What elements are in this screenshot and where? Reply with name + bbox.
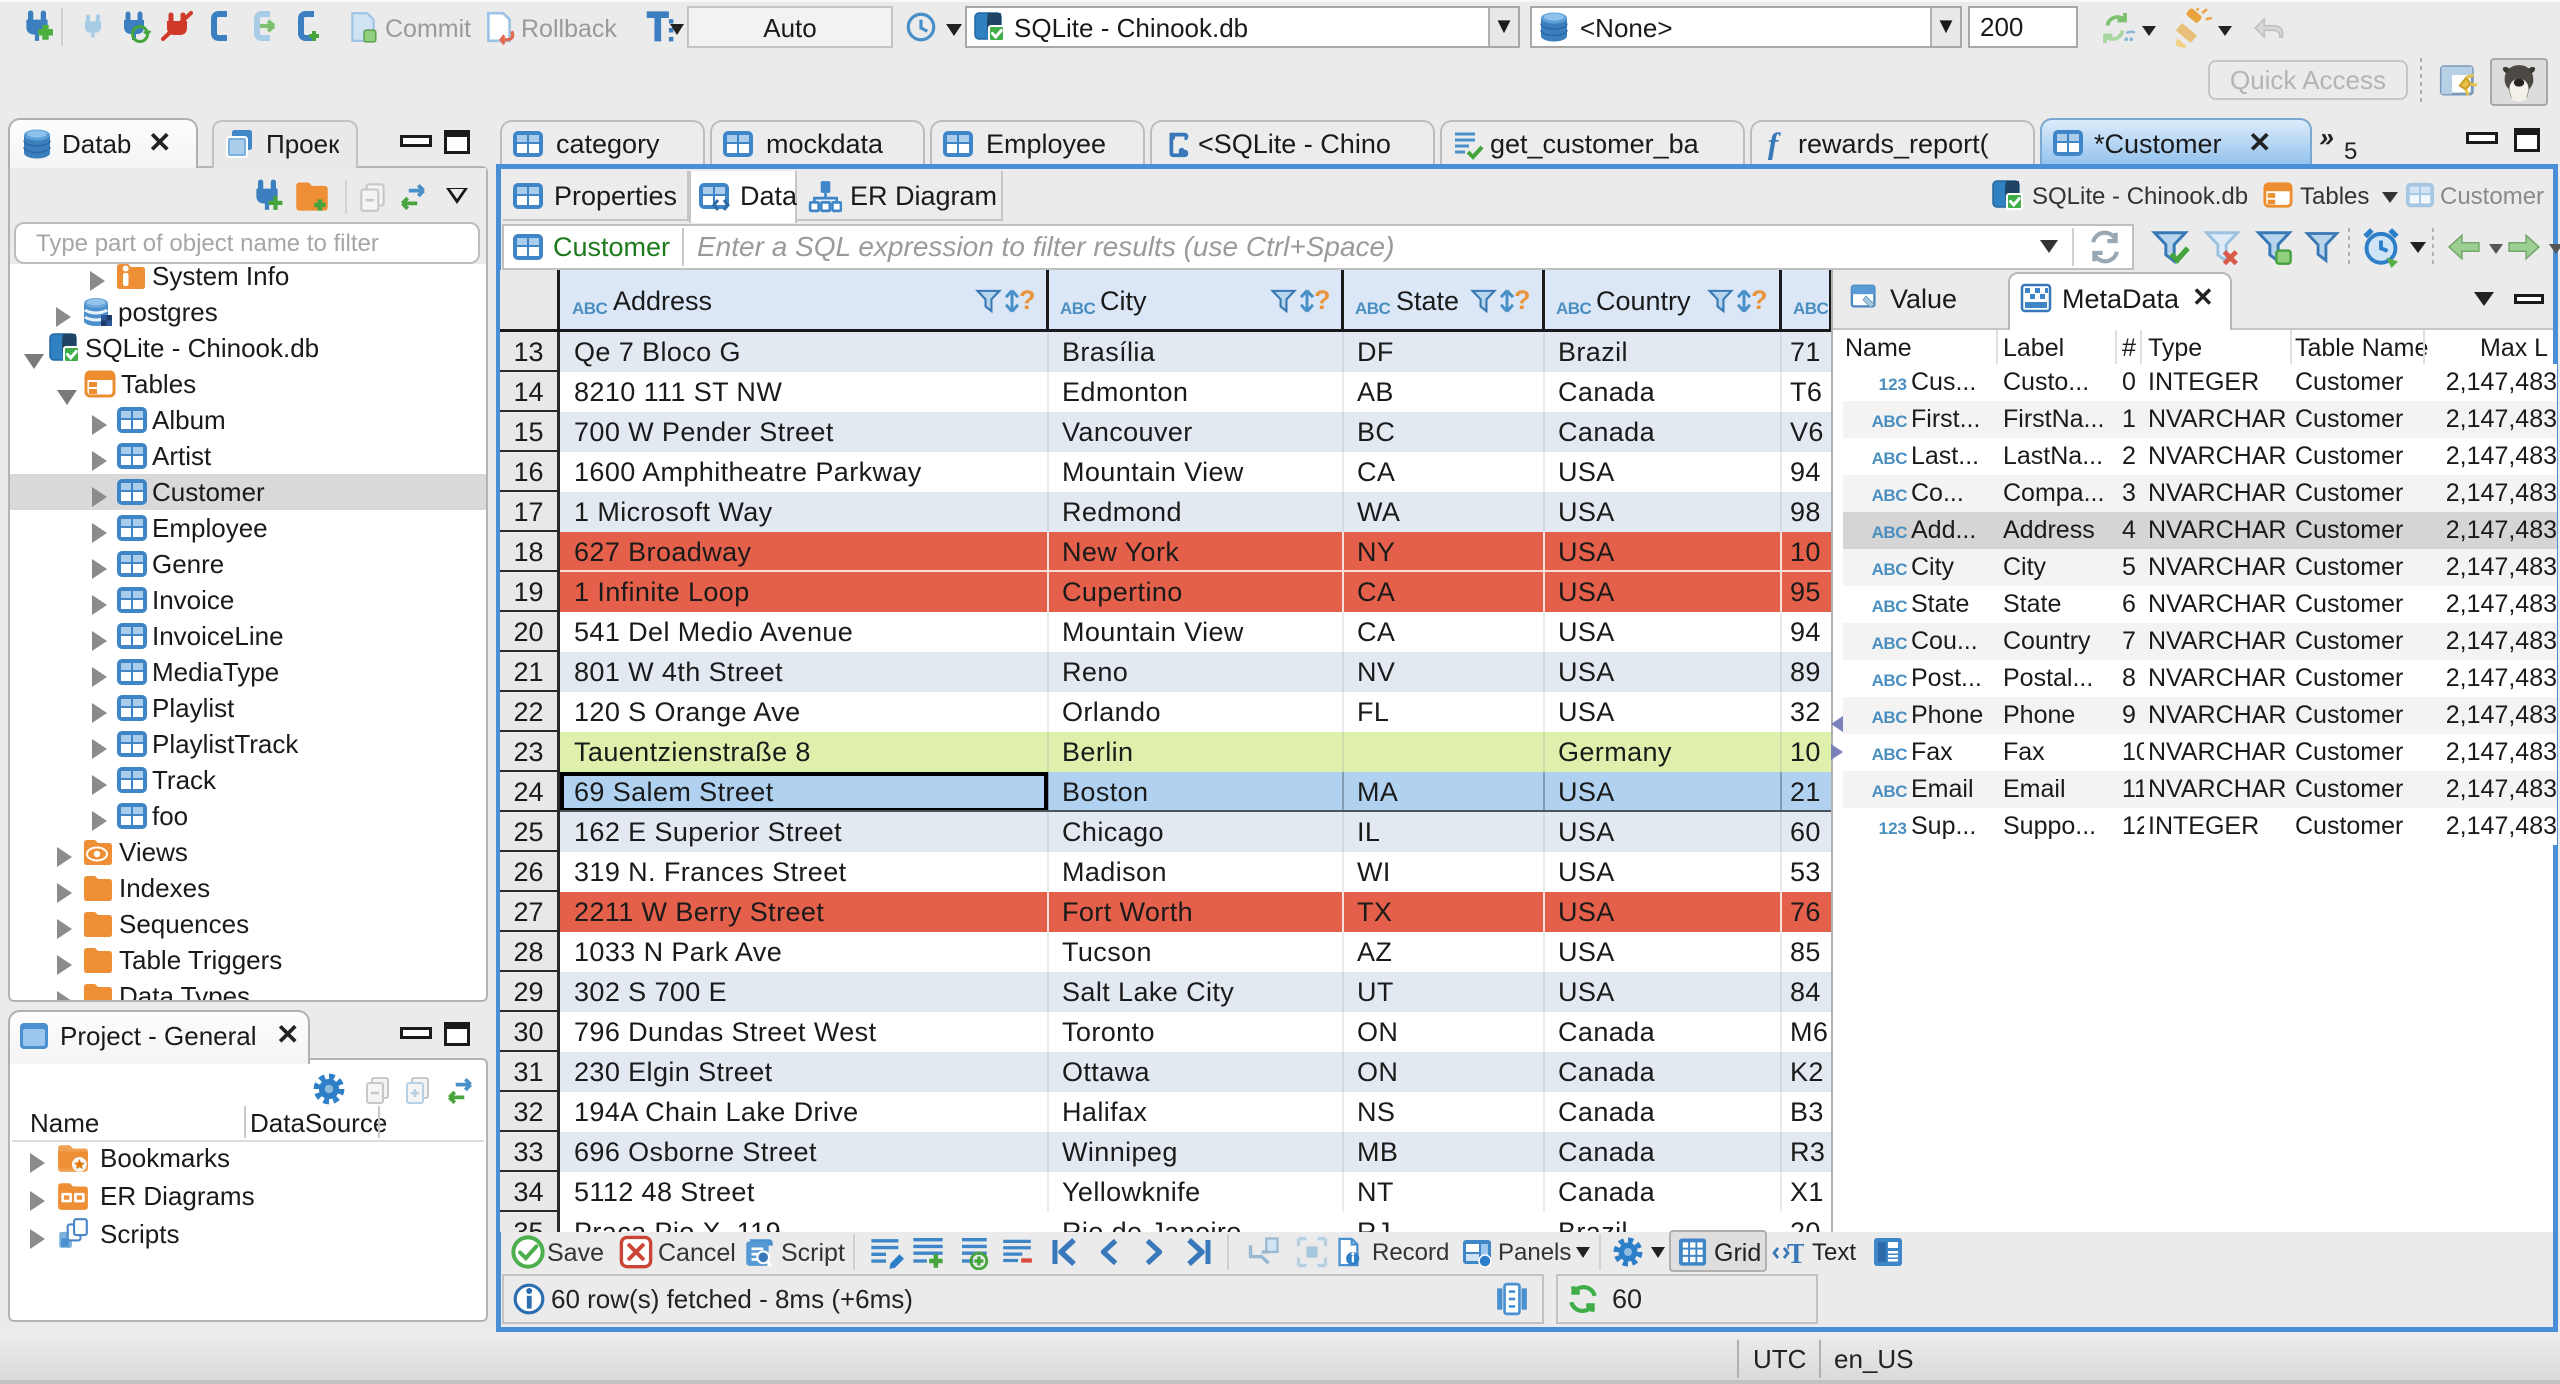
svg-text:f: f [1768, 128, 1782, 160]
svg-text:T: T [1787, 1239, 1804, 1268]
